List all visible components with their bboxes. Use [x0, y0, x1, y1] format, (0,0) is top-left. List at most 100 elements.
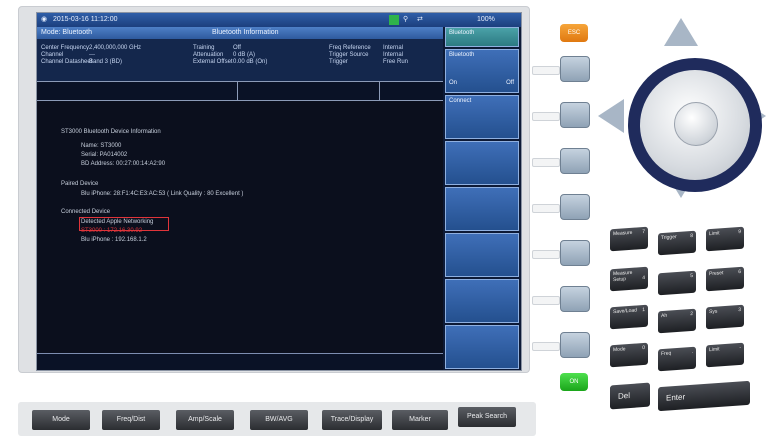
- softkey-bluetooth-toggle[interactable]: Bluetooth On Off: [445, 49, 519, 93]
- side-key-5[interactable]: [560, 240, 590, 266]
- softkey-empty[interactable]: [445, 325, 519, 369]
- network-icon: [389, 15, 399, 25]
- amp-scale-key[interactable]: Amp/Scale: [176, 410, 234, 430]
- key-digit: 1: [642, 306, 645, 314]
- status-bar: ◉ 2015-03-16 11:12:00 ⚲ ⇄ 100%: [37, 13, 521, 27]
- keypad-key-4[interactable]: Measure Setup 4: [610, 266, 648, 292]
- trace-display-key[interactable]: Trace/Display: [322, 410, 382, 430]
- keypad-key-minus[interactable]: Limit -: [706, 342, 744, 368]
- softkey-title-label: Bluetooth: [449, 30, 475, 36]
- param-label: Trigger: [329, 59, 348, 65]
- softkey-panel: Bluetooth Bluetooth On Off Connect: [443, 27, 521, 370]
- softkey-menu-title: Bluetooth: [445, 27, 519, 47]
- arrow-left-key[interactable]: [598, 99, 624, 133]
- key-digit: 3: [738, 306, 741, 314]
- datetime: 2015-03-16 11:12:00: [53, 16, 118, 23]
- keypad-key-6[interactable]: Preset 6: [706, 266, 744, 292]
- param-label: Center Frequency: [41, 45, 90, 51]
- del-key[interactable]: Del: [610, 382, 650, 410]
- side-key-3[interactable]: [560, 148, 590, 174]
- keypad-key-7[interactable]: Measure 7: [610, 226, 648, 252]
- param-value: ---: [89, 52, 95, 58]
- toggle-off-label: Off: [506, 80, 514, 86]
- usb-icon: ⚲: [403, 16, 409, 23]
- softkey-tick: [532, 158, 560, 167]
- mode-label: Mode: Bluetooth: [41, 29, 92, 36]
- paired-device[interactable]: Blu iPhone: 28:F1:4C:E3:AC:53 ( Link Qua…: [81, 191, 243, 197]
- input-row[interactable]: [37, 81, 443, 101]
- param-value: Off: [233, 45, 241, 51]
- key-label: Ah: [661, 312, 668, 320]
- key-label: Mode: [613, 346, 626, 354]
- power-on-key[interactable]: ON: [560, 373, 588, 391]
- display-screen: ◉ 2015-03-16 11:12:00 ⚲ ⇄ 100% Mode: Blu…: [36, 12, 522, 371]
- connected-device[interactable]: Blu iPhone : 192.168.1.2: [81, 237, 147, 243]
- arrow-up-key[interactable]: [664, 18, 698, 46]
- softkey-connect[interactable]: Connect: [445, 95, 519, 139]
- device-address: BD Address: 00:27:00:14:A2:90: [81, 161, 166, 167]
- keypad-key-dot[interactable]: Freq .: [658, 346, 696, 372]
- highlight-box: [79, 217, 169, 231]
- message-strip: [37, 353, 443, 370]
- mode-bar: Mode: Bluetooth Bluetooth Information: [37, 27, 443, 39]
- esc-key[interactable]: ESC: [560, 24, 588, 42]
- softkey-tick: [532, 204, 560, 213]
- key-label: Sys: [709, 308, 718, 316]
- key-digit: 2: [690, 310, 693, 318]
- rotary-knob-center[interactable]: [674, 102, 718, 146]
- softkey-empty[interactable]: [445, 279, 519, 323]
- side-key-1[interactable]: [560, 56, 590, 82]
- param-label: External Offset: [193, 59, 233, 65]
- keypad-key-9[interactable]: Limit 9: [706, 226, 744, 252]
- system-icon: ◉: [41, 16, 48, 23]
- key-digit: 0: [642, 344, 645, 352]
- keypad-key-0[interactable]: Mode 0: [610, 342, 648, 368]
- keypad-key-2[interactable]: Ah 2: [658, 308, 696, 334]
- divider: [379, 82, 380, 100]
- param-value: Internal: [383, 45, 404, 51]
- bw-avg-key[interactable]: BW/AVG: [250, 410, 308, 430]
- softkey-empty[interactable]: [445, 141, 519, 185]
- key-label: Freq: [661, 350, 672, 358]
- enter-key[interactable]: Enter: [658, 380, 750, 412]
- side-key-7[interactable]: [560, 332, 590, 358]
- param-label: Freq Reference: [329, 45, 371, 51]
- keypad-key-8[interactable]: Trigger 8: [658, 230, 696, 256]
- battery-level: 100%: [477, 16, 495, 23]
- key-digit: 9: [738, 228, 741, 236]
- keypad-key-5[interactable]: 5: [658, 270, 696, 296]
- marker-key[interactable]: Marker: [392, 410, 448, 430]
- side-key-4[interactable]: [560, 194, 590, 220]
- key-label: Limit: [709, 346, 720, 354]
- mode-key[interactable]: Mode: [32, 410, 90, 430]
- param-value: 2,400,000,000 GHz: [89, 45, 142, 51]
- device-name: Name: ST3000: [81, 143, 122, 149]
- softkey-empty[interactable]: [445, 187, 519, 231]
- softkey-tick: [532, 296, 560, 305]
- side-key-2[interactable]: [560, 102, 590, 128]
- side-key-6[interactable]: [560, 286, 590, 312]
- peak-search-key[interactable]: Peak Search: [458, 407, 516, 427]
- keypad-key-3[interactable]: Sys 3: [706, 304, 744, 330]
- paired-heading: Paired Device: [61, 181, 99, 187]
- key-label: Save/Load: [613, 307, 637, 316]
- key-digit: 6: [738, 268, 741, 276]
- param-value: Band 3 (BD): [89, 59, 123, 65]
- key-digit: 4: [642, 274, 645, 282]
- key-digit: 7: [642, 228, 645, 236]
- key-label: Measure Setup: [613, 269, 633, 284]
- device-info-heading: ST3000 Bluetooth Device Information: [61, 129, 161, 135]
- param-value: Internal: [383, 52, 404, 58]
- key-label: Preset: [709, 270, 724, 278]
- key-label: Measure: [613, 229, 633, 238]
- softkey-tick: [532, 66, 560, 75]
- freq-dist-key[interactable]: Freq/Dist: [102, 410, 160, 430]
- keypad-key-1[interactable]: Save/Load 1: [610, 304, 648, 330]
- divider: [237, 82, 238, 100]
- lan-icon: ⇄: [417, 16, 423, 23]
- key-digit: 5: [690, 272, 693, 280]
- param-label: Trigger Source: [329, 52, 369, 58]
- softkey-tick: [532, 250, 560, 259]
- param-label: Training: [193, 45, 215, 51]
- softkey-empty[interactable]: [445, 233, 519, 277]
